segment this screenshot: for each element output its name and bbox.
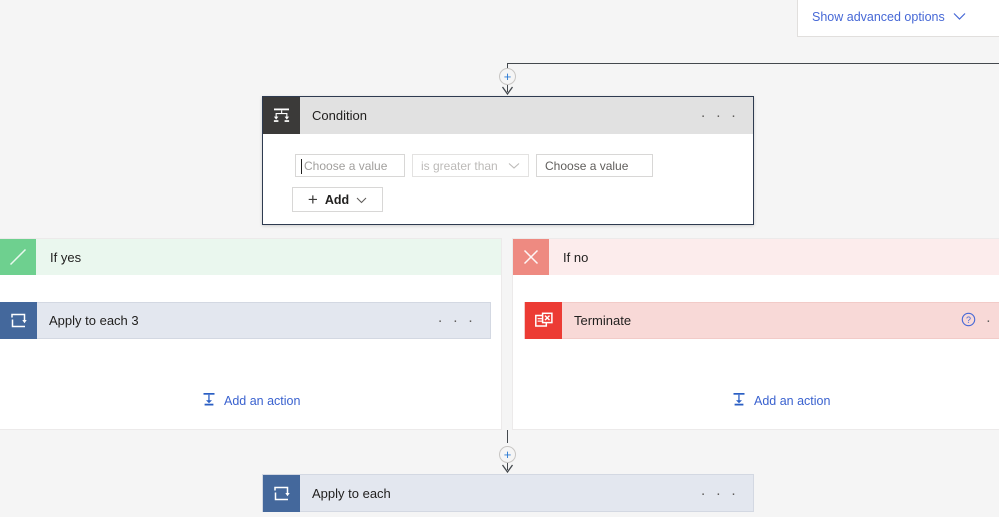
add-button-label: Add bbox=[324, 192, 350, 207]
insert-node-button-bottom[interactable]: + bbox=[499, 446, 516, 463]
add-an-action-link-if-no[interactable]: Add an action bbox=[731, 391, 830, 410]
condition-operator-text: is greater than bbox=[421, 158, 498, 173]
branch-if-yes-header: If yes bbox=[0, 239, 501, 275]
apply-to-each-loop-icon bbox=[0, 302, 37, 339]
help-circle-icon[interactable]: ? bbox=[961, 312, 976, 330]
add-an-action-link-if-yes[interactable]: Add an action bbox=[201, 391, 300, 410]
condition-branch-icon bbox=[263, 97, 300, 134]
condition-left-value-input[interactable]: Choose a value bbox=[295, 154, 405, 177]
add-condition-row-button[interactable]: + Add bbox=[292, 187, 383, 212]
connector-vertical-bottom bbox=[507, 430, 508, 443]
condition-operator-dropdown[interactable]: is greater than bbox=[412, 154, 529, 177]
action-apply-to-each[interactable]: Apply to each · · · bbox=[262, 474, 754, 512]
flow-designer-canvas: Show advanced options + Condition · · · … bbox=[0, 0, 999, 517]
close-x-icon bbox=[513, 239, 549, 275]
action-apply-to-each-3[interactable]: Apply to each 3 · · · bbox=[0, 302, 491, 339]
connector-arrow-top bbox=[501, 84, 514, 96]
terminate-icon bbox=[525, 302, 562, 339]
show-advanced-options-label: Show advanced options bbox=[812, 10, 945, 24]
action-apply-to-each-title: Apply to each bbox=[312, 485, 391, 501]
connector-horizontal-top bbox=[508, 63, 999, 64]
condition-card-header: Condition · · · bbox=[263, 97, 753, 134]
condition-card-title: Condition bbox=[312, 108, 367, 123]
add-action-icon bbox=[731, 391, 747, 410]
branch-if-no-label: If no bbox=[563, 249, 589, 265]
check-icon bbox=[0, 239, 36, 275]
action-terminate[interactable]: Terminate ? · · bbox=[524, 302, 999, 339]
previous-action-card: Show advanced options bbox=[797, 0, 999, 37]
show-advanced-options-link[interactable]: Show advanced options bbox=[812, 10, 966, 24]
insert-node-button-top[interactable]: + bbox=[499, 68, 516, 85]
condition-left-value-text: Choose a value bbox=[304, 158, 388, 173]
chevron-down-icon bbox=[953, 10, 966, 24]
terminate-overflow-menu[interactable]: · · bbox=[986, 313, 999, 328]
plus-icon: + bbox=[307, 190, 318, 209]
add-an-action-label-if-no: Add an action bbox=[754, 393, 831, 408]
condition-right-value-text: Choose a value bbox=[545, 158, 629, 173]
connector-arrow-bottom bbox=[501, 462, 514, 474]
apply-to-each-loop-icon bbox=[263, 474, 300, 512]
action-apply-to-each-3-title: Apply to each 3 bbox=[49, 313, 139, 328]
condition-right-value-input[interactable]: Choose a value bbox=[536, 154, 653, 177]
svg-text:?: ? bbox=[966, 315, 971, 325]
chevron-down-icon bbox=[508, 159, 520, 173]
action-terminate-title: Terminate bbox=[574, 313, 632, 328]
add-action-icon bbox=[201, 391, 217, 410]
condition-overflow-menu[interactable]: · · · bbox=[701, 108, 739, 123]
add-an-action-label-if-yes: Add an action bbox=[224, 393, 301, 408]
apply-to-each-3-overflow-menu[interactable]: · · · bbox=[438, 313, 476, 328]
branch-if-no-header: If no bbox=[513, 239, 999, 275]
text-cursor bbox=[301, 159, 302, 174]
condition-expression-row: Choose a value is greater than Choose a … bbox=[295, 154, 653, 177]
chevron-down-icon bbox=[356, 192, 367, 207]
apply-to-each-overflow-menu[interactable]: · · · bbox=[701, 486, 739, 501]
branch-if-yes-label: If yes bbox=[50, 249, 82, 265]
